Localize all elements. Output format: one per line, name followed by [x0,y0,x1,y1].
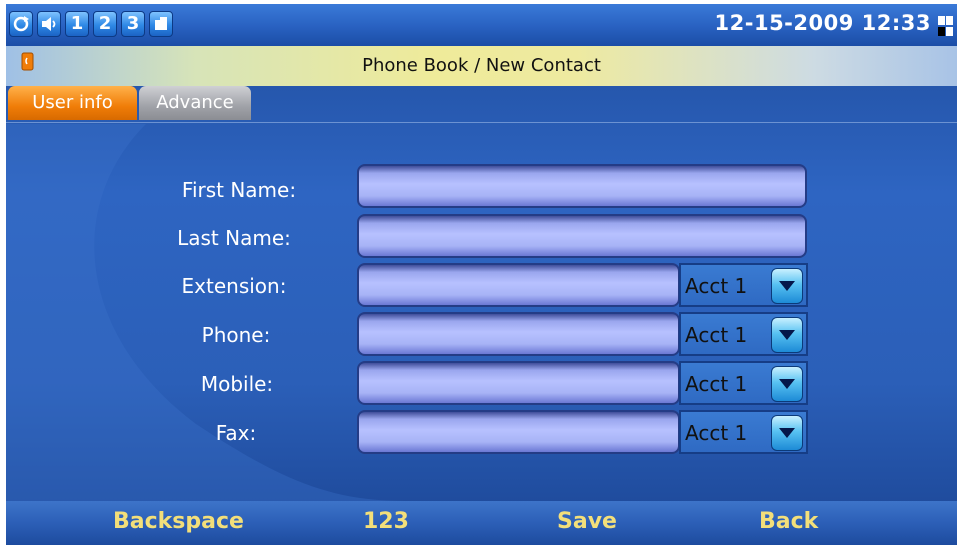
status-bar: 1 2 3 12-15-2009 12:33 [6,4,957,46]
title-bar: Phone Book / New Contact [6,46,957,86]
last-name-label: Last Name: [177,226,291,250]
extension-label: Extension: [181,274,287,298]
mobile-account-select[interactable]: Acct 1 [679,361,808,405]
last-name-field[interactable] [357,214,807,258]
chevron-down-icon[interactable] [771,366,803,402]
mobile-field[interactable] [357,361,680,405]
extension-account-select[interactable]: Acct 1 [679,263,808,307]
fax-account-select[interactable]: Acct 1 [679,410,808,454]
phone-label: Phone: [201,323,271,347]
fax-label: Fax: [215,421,257,445]
battery-icon [938,16,953,36]
tab-advance[interactable]: Advance [139,86,251,120]
extension-account-value: Acct 1 [685,274,748,298]
tab-user-info[interactable]: User info [8,86,137,120]
phone-field[interactable] [357,312,680,356]
softkey-bar: Backspace 123 Save Back [6,501,957,545]
refresh-icon [9,11,33,37]
first-name-label: First Name: [181,178,297,202]
extension-field[interactable] [357,263,680,307]
input-mode-button[interactable]: 123 [363,509,409,534]
fax-field[interactable] [357,410,680,454]
chevron-down-icon[interactable] [771,268,803,304]
phone-account-select[interactable]: Acct 1 [679,312,808,356]
line-2-icon[interactable]: 2 [93,11,117,37]
speaker-icon [37,11,61,37]
line-1-icon[interactable]: 1 [65,11,89,37]
chevron-down-icon[interactable] [771,317,803,353]
first-name-field[interactable] [357,164,807,208]
sim-card-icon [149,11,173,37]
fax-account-value: Acct 1 [685,421,748,445]
mobile-label: Mobile: [200,372,274,396]
datetime-display: 12-15-2009 12:33 [714,11,931,35]
phone-screen: 1 2 3 12-15-2009 12:33 Phone Book / New … [6,4,957,545]
page-title: Phone Book / New Contact [362,55,601,76]
mobile-account-value: Acct 1 [685,372,748,396]
back-button[interactable]: Back [759,509,818,534]
tab-row: User info Advance [6,86,957,123]
save-button[interactable]: Save [557,509,617,534]
line-3-icon[interactable]: 3 [121,11,145,37]
backspace-button[interactable]: Backspace [113,509,244,534]
phone-account-value: Acct 1 [685,323,748,347]
chevron-down-icon[interactable] [771,415,803,451]
